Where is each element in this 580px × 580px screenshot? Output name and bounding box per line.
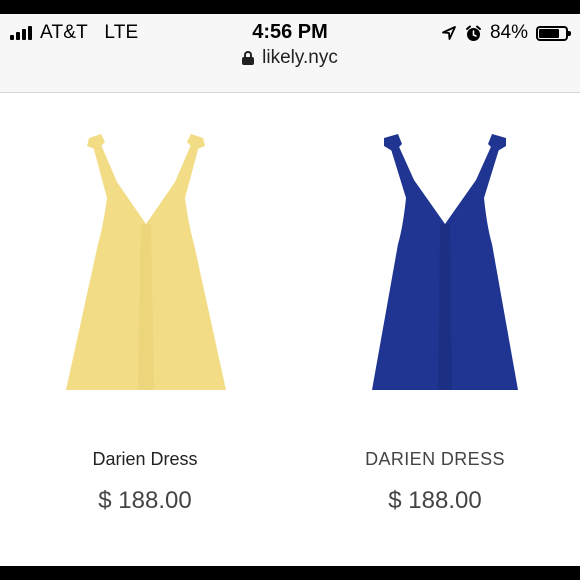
address-bar[interactable]: likely.nyc [0, 47, 580, 69]
product-image[interactable] [61, 132, 231, 397]
product-image[interactable] [360, 132, 530, 397]
product-name[interactable]: DARIEN DRESS [290, 449, 580, 470]
product-card[interactable]: Darien Dress $ 188.00 [0, 92, 290, 566]
battery-level [539, 28, 560, 38]
battery-percent: 84% [489, 22, 528, 43]
product-grid: Darien Dress $ 188.00 DARIEN DRESS $ 188… [0, 92, 580, 566]
phone-screen: AT&T LTE 4:56 PM 84% likely.nyc Darien D… [0, 14, 580, 566]
product-name[interactable]: Darien Dress [0, 449, 290, 470]
status-icons: 84% [441, 22, 571, 44]
lock-icon [242, 51, 255, 65]
product-price: $ 188.00 [388, 487, 482, 514]
product-price: $ 188.00 [98, 487, 192, 514]
battery-icon [536, 25, 571, 41]
status-bar: AT&T LTE 4:56 PM 84% likely.nyc [0, 14, 580, 93]
location-arrow-icon [442, 26, 456, 40]
alarm-clock-icon [465, 25, 481, 41]
product-card[interactable]: DARIEN DRESS $ 188.00 [290, 92, 580, 566]
url-text: likely.nyc [262, 47, 338, 68]
